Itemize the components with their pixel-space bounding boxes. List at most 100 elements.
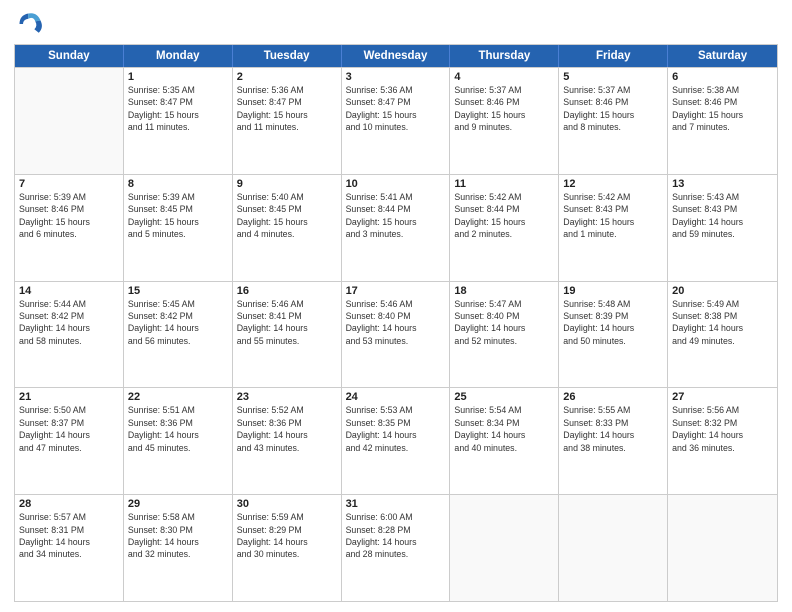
day-number: 1	[128, 71, 228, 83]
cell-line: Daylight: 14 hours	[237, 323, 337, 334]
cell-line: Sunset: 8:44 PM	[346, 204, 446, 215]
page: SundayMondayTuesdayWednesdayThursdayFrid…	[0, 0, 792, 612]
cell-line: Sunrise: 5:53 AM	[346, 405, 446, 416]
cell-line: Daylight: 15 hours	[128, 110, 228, 121]
cell-line: Sunset: 8:37 PM	[19, 418, 119, 429]
logo	[14, 10, 44, 38]
cell-line: Daylight: 14 hours	[346, 323, 446, 334]
cell-line: Sunrise: 5:39 AM	[128, 192, 228, 203]
day-number: 19	[563, 285, 663, 297]
day-number: 3	[346, 71, 446, 83]
day-number: 11	[454, 178, 554, 190]
day-cell-12: 12Sunrise: 5:42 AMSunset: 8:43 PMDayligh…	[559, 175, 668, 281]
cell-line: Sunset: 8:45 PM	[128, 204, 228, 215]
cell-line: and 10 minutes.	[346, 122, 446, 133]
cell-line: Sunrise: 5:57 AM	[19, 512, 119, 523]
cell-line: Daylight: 15 hours	[237, 110, 337, 121]
cell-line: Daylight: 14 hours	[19, 537, 119, 548]
cell-line: Daylight: 14 hours	[128, 323, 228, 334]
cell-line: Sunrise: 5:40 AM	[237, 192, 337, 203]
cell-line: and 59 minutes.	[672, 229, 773, 240]
cell-line: Daylight: 14 hours	[237, 537, 337, 548]
cell-line: and 53 minutes.	[346, 336, 446, 347]
cell-line: Daylight: 14 hours	[672, 430, 773, 441]
cell-line: and 49 minutes.	[672, 336, 773, 347]
day-cell-20: 20 Sunrise: 5:49 AMSunset: 8:38 PMDayligh…	[668, 282, 777, 388]
cell-line: Daylight: 14 hours	[672, 323, 773, 334]
cell-line: Sunset: 8:41 PM	[237, 311, 337, 322]
cell-line: and 34 minutes.	[19, 549, 119, 560]
day-number: 4	[454, 71, 554, 83]
header-day-tuesday: Tuesday	[233, 45, 342, 67]
cell-line: Sunrise: 5:39 AM	[19, 192, 119, 203]
header-day-saturday: Saturday	[668, 45, 777, 67]
cell-line: Sunset: 8:42 PM	[19, 311, 119, 322]
calendar-row-3: 21Sunrise: 5:50 AMSunset: 8:37 PMDayligh…	[15, 387, 777, 494]
cell-line: Sunset: 8:45 PM	[237, 204, 337, 215]
header-day-sunday: Sunday	[15, 45, 124, 67]
cell-line: Sunset: 8:46 PM	[672, 97, 773, 108]
cell-line: Daylight: 14 hours	[454, 323, 554, 334]
day-cell-21: 21Sunrise: 5:50 AMSunset: 8:37 PMDayligh…	[15, 388, 124, 494]
day-cell-24: 24Sunrise: 5:53 AMSunset: 8:35 PMDayligh…	[342, 388, 451, 494]
day-cell-26: 26Sunrise: 5:55 AMSunset: 8:33 PMDayligh…	[559, 388, 668, 494]
day-number: 20	[672, 285, 773, 297]
day-cell-5: 5Sunrise: 5:37 AMSunset: 8:46 PMDaylight…	[559, 68, 668, 174]
cell-line: Daylight: 15 hours	[128, 217, 228, 228]
cell-line: Sunrise: 5:37 AM	[454, 85, 554, 96]
day-cell-15: 15 Sunrise: 5:45 AMSunset: 8:42 PMDayligh…	[124, 282, 233, 388]
day-number: 27	[672, 391, 773, 403]
day-cell-18: 18Sunrise: 5:47 AMSunset: 8:40 PMDayligh…	[450, 282, 559, 388]
cell-line: Sunrise: 5:41 AM	[346, 192, 446, 203]
cell-line: Sunrise: 5:36 AM	[237, 85, 337, 96]
cell-line: and 52 minutes.	[454, 336, 554, 347]
cell-line: Sunset: 8:28 PM	[346, 525, 446, 536]
cell-line: Daylight: 14 hours	[454, 430, 554, 441]
cell-line: and 4 minutes.	[237, 229, 337, 240]
cell-line: Sunrise: 5:36 AM	[346, 85, 446, 96]
cell-line: Sunrise: 5:55 AM	[563, 405, 663, 416]
cell-line: Sunset: 8:38 PM	[672, 311, 773, 322]
cell-line: Sunset: 8:46 PM	[563, 97, 663, 108]
empty-cell	[450, 495, 559, 601]
cell-line: Sunrise: 5:38 AM	[672, 85, 773, 96]
cell-line: Sunrise: 5:49 AM	[672, 299, 773, 310]
day-number: 24	[346, 391, 446, 403]
header-day-friday: Friday	[559, 45, 668, 67]
cell-line: and 3 minutes.	[346, 229, 446, 240]
calendar-row-1: 7Sunrise: 5:39 AMSunset: 8:46 PMDaylight…	[15, 174, 777, 281]
day-cell-29: 29Sunrise: 5:58 AMSunset: 8:30 PMDayligh…	[124, 495, 233, 601]
cell-line: Daylight: 15 hours	[563, 217, 663, 228]
day-cell-8: 8Sunrise: 5:39 AMSunset: 8:45 PMDaylight…	[124, 175, 233, 281]
day-number: 31	[346, 498, 446, 510]
cell-line: Sunset: 8:31 PM	[19, 525, 119, 536]
cell-line: Sunset: 8:42 PM	[128, 311, 228, 322]
cell-line: Sunrise: 5:59 AM	[237, 512, 337, 523]
cell-line: Sunset: 8:47 PM	[346, 97, 446, 108]
cell-line: Daylight: 14 hours	[128, 430, 228, 441]
cell-line: Sunrise: 5:45 AM	[128, 299, 228, 310]
day-cell-1: 1Sunrise: 5:35 AMSunset: 8:47 PMDaylight…	[124, 68, 233, 174]
day-cell-19: 19Sunrise: 5:48 AMSunset: 8:39 PMDayligh…	[559, 282, 668, 388]
day-number: 23	[237, 391, 337, 403]
empty-cell	[15, 68, 124, 174]
header-day-wednesday: Wednesday	[342, 45, 451, 67]
day-cell-7: 7Sunrise: 5:39 AMSunset: 8:46 PMDaylight…	[15, 175, 124, 281]
cell-line: and 58 minutes.	[19, 336, 119, 347]
cell-line: Sunrise: 5:56 AM	[672, 405, 773, 416]
cell-line: Sunset: 8:44 PM	[454, 204, 554, 215]
calendar-row-0: 1Sunrise: 5:35 AMSunset: 8:47 PMDaylight…	[15, 67, 777, 174]
day-cell-4: 4Sunrise: 5:37 AMSunset: 8:46 PMDaylight…	[450, 68, 559, 174]
day-number: 14	[19, 285, 119, 297]
cell-line: Sunset: 8:40 PM	[346, 311, 446, 322]
day-cell-11: 11Sunrise: 5:42 AMSunset: 8:44 PMDayligh…	[450, 175, 559, 281]
cell-line: Sunset: 8:43 PM	[563, 204, 663, 215]
cell-line: Daylight: 14 hours	[672, 217, 773, 228]
cell-line: Sunrise: 5:44 AM	[19, 299, 119, 310]
cell-line: and 28 minutes.	[346, 549, 446, 560]
day-number: 22	[128, 391, 228, 403]
cell-line: and 5 minutes.	[128, 229, 228, 240]
day-cell-10: 10Sunrise: 5:41 AMSunset: 8:44 PMDayligh…	[342, 175, 451, 281]
day-number: 15	[128, 285, 228, 297]
cell-line: Sunrise: 5:43 AM	[672, 192, 773, 203]
